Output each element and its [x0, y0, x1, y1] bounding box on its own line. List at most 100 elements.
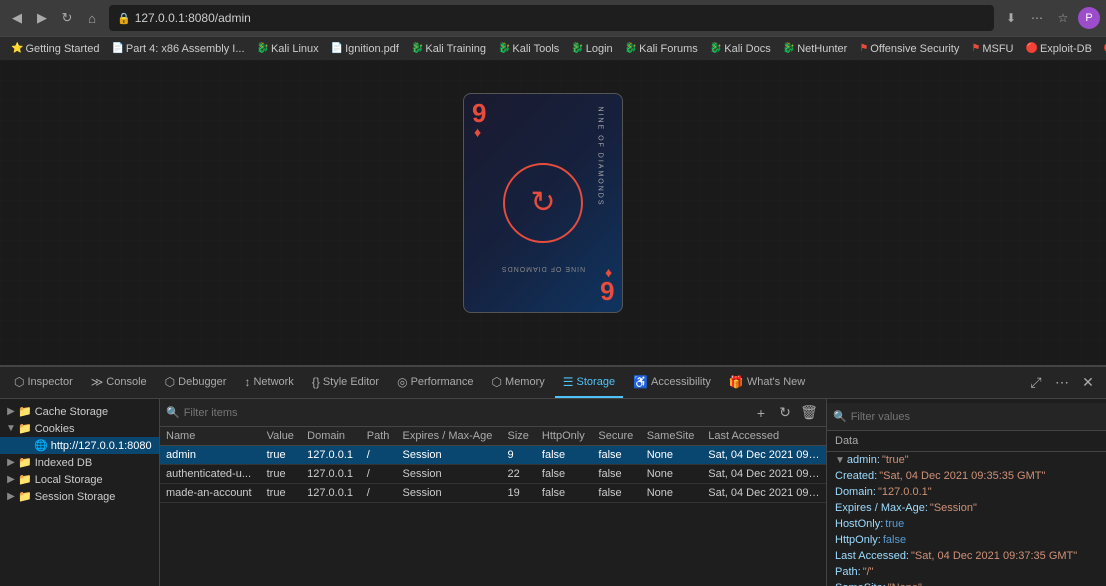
col-value: Value [261, 427, 302, 446]
kali-docs-icon: 🐉 [710, 43, 722, 54]
cookie-path: / [361, 465, 397, 484]
bookmark-ignition[interactable]: 📄 Ignition.pdf [326, 42, 404, 56]
refresh-cookies-button[interactable]: ↻ [774, 402, 796, 424]
cookie-secure: false [592, 446, 640, 465]
data-row-path: Path: "/" [827, 564, 1106, 580]
bookmark-label: Kali Linux [271, 43, 319, 55]
close-devtools-button[interactable]: ✕ [1076, 371, 1100, 395]
data-value-httponly: false [883, 534, 906, 546]
cookies-icon: 📁 [18, 422, 32, 435]
bookmark-label: Ignition.pdf [345, 43, 399, 55]
bookmark-star-button[interactable]: ☆ [1052, 7, 1074, 29]
data-row-domain: Domain: "127.0.0.1" [827, 484, 1106, 500]
col-expires: Expires / Max-Age [397, 427, 502, 446]
home-button[interactable]: ⌂ [81, 7, 103, 29]
cookie-domain: 127.0.0.1 [301, 465, 361, 484]
indexed-db-icon: 📁 [18, 456, 32, 469]
dock-button[interactable]: ⤢ [1024, 371, 1048, 395]
data-header-label: Data [835, 435, 858, 447]
forward-button[interactable]: ▶ [31, 7, 53, 29]
profile-button[interactable]: P [1078, 7, 1100, 29]
cookie-row-admin[interactable]: admin true 127.0.0.1 / Session 9 false f… [160, 446, 826, 465]
tree-item-indexed-db[interactable]: ▶ 📁 Indexed DB [0, 454, 159, 471]
cookie-expires: Session [397, 465, 502, 484]
card-text-right: NINE OF DIAMONDS [596, 106, 603, 206]
local-storage-icon: 📁 [18, 473, 32, 486]
cookie-value: true [261, 465, 302, 484]
bookmark-kali-docs[interactable]: 🐉 Kali Docs [705, 42, 776, 56]
tree-item-cookies[interactable]: ▼ 📁 Cookies [0, 420, 159, 437]
back-button[interactable]: ◀ [6, 7, 28, 29]
card-center-circle: ↻ [503, 163, 583, 243]
tab-network[interactable]: ↕ Network [236, 367, 301, 398]
tab-debugger[interactable]: ⬡ Debugger [157, 367, 235, 398]
menu-dots-button[interactable]: ⋯ [1026, 7, 1048, 29]
cookie-row-authenticated[interactable]: authenticated-u... true 127.0.0.1 / Sess… [160, 465, 826, 484]
debugger-icon: ⬡ [165, 375, 175, 389]
tab-console[interactable]: ≫ Console [83, 367, 155, 398]
cookie-row-made-an-account[interactable]: made-an-account true 127.0.0.1 / Session… [160, 484, 826, 503]
expand-icon: ▼ [4, 423, 18, 434]
tab-accessibility[interactable]: ♿ Accessibility [625, 367, 719, 398]
bookmark-offensive-security[interactable]: ⚑ Offensive Security [854, 42, 964, 56]
kali-icon: 🐉 [411, 43, 423, 54]
tree-item-local-storage[interactable]: ▶ 📁 Local Storage [0, 471, 159, 488]
tab-storage[interactable]: ☰ Storage [555, 367, 623, 398]
col-name: Name [160, 427, 261, 446]
bookmark-label: Part 4: x86 Assembly I... [126, 43, 245, 55]
card-suit-bottom: ♦ [605, 266, 612, 282]
bookmark-login[interactable]: 🐉 Login [566, 42, 617, 56]
data-value-hostonly: true [885, 518, 904, 530]
msfu-icon: ⚑ [971, 43, 980, 54]
bookmark-ghdb[interactable]: 🔴 GHDB [1099, 42, 1106, 56]
nav-buttons: ◀ ▶ ↻ ⌂ [6, 7, 103, 29]
tree-item-cookie-url[interactable]: 🌐 http://127.0.0.1:8080 [0, 437, 159, 454]
cookie-httponly: false [536, 446, 592, 465]
cookie-expires: Session [397, 484, 502, 503]
devtools-actions: ⤢ ⋯ ✕ [1024, 371, 1100, 395]
bookmark-label: Kali Tools [512, 43, 559, 55]
card-container: 9 ♦ NINE OF DIAMONDS ↻ NINE OF DIAMONDS … [463, 93, 643, 333]
col-httponly: HttpOnly [536, 427, 592, 446]
tree-item-cache-storage[interactable]: ▶ 📁 Cache Storage [0, 403, 159, 420]
data-filter-input[interactable] [851, 411, 1100, 423]
accessibility-icon: ♿ [633, 375, 648, 389]
data-section-admin[interactable]: ▼ admin: "true" [827, 452, 1106, 468]
tab-label: Inspector [27, 376, 72, 388]
refresh-button[interactable]: ↻ [56, 7, 78, 29]
filter-icon: 🔍 [166, 406, 180, 419]
address-bar[interactable]: 🔒 127.0.0.1:8080/admin [109, 5, 994, 31]
more-tools-button[interactable]: ⋯ [1050, 371, 1074, 395]
cookie-size: 9 [502, 446, 536, 465]
cookie-value: true [261, 446, 302, 465]
bookmarks-bar: ⭐ Getting Started 📄 Part 4: x86 Assembly… [0, 36, 1106, 60]
bookmark-getting-started[interactable]: ⭐ Getting Started [6, 42, 104, 56]
kali-icon: 🐉 [625, 43, 637, 54]
extensions-button[interactable]: ⬇ [1000, 7, 1022, 29]
tab-whats-new[interactable]: 🎁 What's New [721, 367, 813, 398]
card-rank-top: 9 [472, 100, 486, 126]
tab-style-editor[interactable]: {} Style Editor [304, 367, 387, 398]
bookmark-kali-tools[interactable]: 🐉 Kali Tools [493, 42, 564, 56]
main-content: 9 ♦ NINE OF DIAMONDS ↻ NINE OF DIAMONDS … [0, 60, 1106, 365]
bookmark-kali-forums[interactable]: 🐉 Kali Forums [620, 42, 703, 56]
add-cookie-button[interactable]: + [750, 402, 772, 424]
bookmark-label: Kali Forums [639, 43, 698, 55]
bookmark-kali-training[interactable]: 🐉 Kali Training [406, 42, 491, 56]
bookmark-exploit-db[interactable]: 🔴 Exploit-DB [1021, 42, 1097, 56]
bookmark-msfu[interactable]: ⚑ MSFU [966, 42, 1018, 56]
pdf-icon: 📄 [331, 43, 343, 54]
tab-memory[interactable]: ⬡ Memory [484, 367, 553, 398]
tab-inspector[interactable]: ⬡ Inspector [6, 367, 81, 398]
kali-icon: 🐉 [498, 43, 510, 54]
tree-item-session-storage[interactable]: ▶ 📁 Session Storage [0, 488, 159, 505]
cookie-filter-input[interactable] [184, 407, 746, 419]
bookmark-x86[interactable]: 📄 Part 4: x86 Assembly I... [106, 42, 249, 56]
delete-cookie-button[interactable]: 🗑 [798, 402, 820, 424]
bookmark-kali-linux[interactable]: 🐉 Kali Linux [252, 42, 324, 56]
tab-performance[interactable]: ◎ Performance [389, 367, 481, 398]
cookie-table-scroll[interactable]: Name Value Domain Path Expires / Max-Age… [160, 427, 826, 586]
expand-icon: ▶ [4, 491, 18, 502]
kali-icon: 🐉 [257, 43, 269, 54]
bookmark-nethunter[interactable]: 🐉 NetHunter [778, 42, 853, 56]
